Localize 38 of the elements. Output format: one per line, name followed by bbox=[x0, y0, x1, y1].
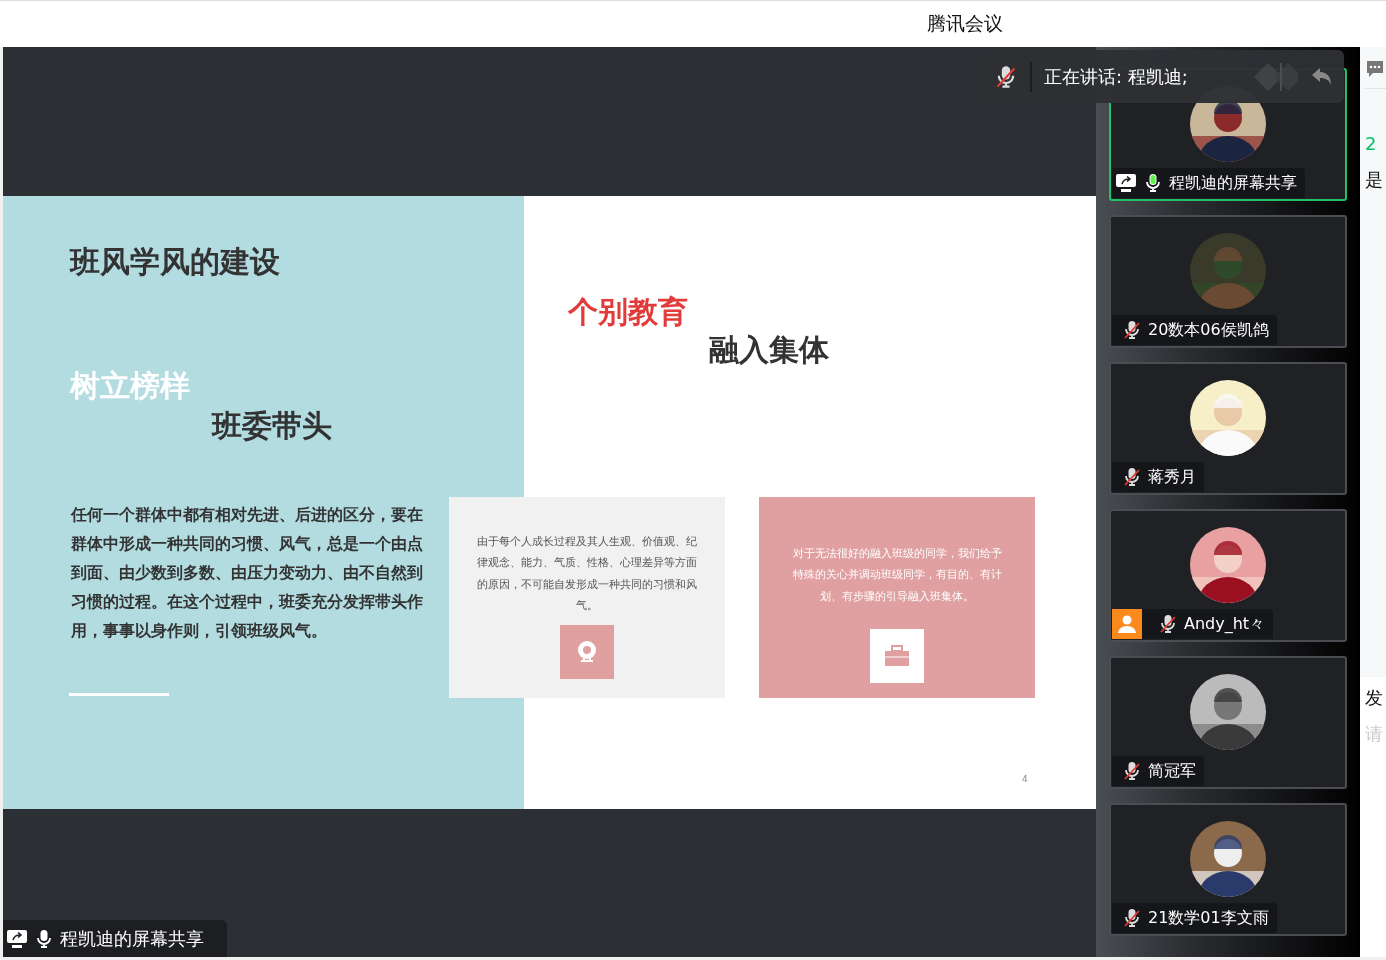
muted-mic-icon bbox=[1122, 467, 1142, 487]
presenter-name: 程凯迪的屏幕共享 bbox=[60, 926, 204, 951]
panel-text: 发 bbox=[1365, 687, 1384, 709]
muted-mic-icon bbox=[1158, 614, 1178, 634]
participant-name: 20数本06侯凯鸽 bbox=[1148, 319, 1269, 341]
participant-name: Andy_ht々 bbox=[1184, 613, 1266, 635]
muted-mic-icon bbox=[1122, 908, 1142, 928]
screen-share-icon bbox=[1115, 173, 1137, 193]
webcam-icon bbox=[575, 638, 599, 665]
briefcase-icon bbox=[884, 645, 910, 667]
panel-text: 是 bbox=[1365, 169, 1384, 191]
window-title: 腾讯会议 bbox=[927, 11, 1003, 36]
participant-name: 程凯迪的屏幕共享 bbox=[1169, 172, 1297, 194]
participant-tile[interactable]: 简冠军 bbox=[1109, 656, 1347, 789]
participant-tile[interactable]: 20数本06侯凯鸽 bbox=[1109, 215, 1347, 348]
slide-title: 班风学风的建设 bbox=[70, 242, 280, 281]
chat-icon[interactable] bbox=[1365, 58, 1385, 79]
card-text: 由于每个人成长过程及其人生观、价值观、纪律观念、能力、气质、性格、心理差异等方面的原因，不可能自发形成一种共同的习惯和风气。 bbox=[476, 532, 698, 614]
participant-tile[interactable]: 21数学01李文雨 bbox=[1109, 803, 1347, 936]
participant-name: 21数学01李文雨 bbox=[1148, 907, 1269, 929]
participant-tile[interactable]: 蒋秀月 bbox=[1109, 362, 1347, 495]
screen-share-icon bbox=[6, 928, 28, 949]
slide-heading: 班委带头 bbox=[212, 406, 332, 445]
participant-tile[interactable]: Andy_ht々 bbox=[1109, 509, 1347, 642]
participant-name: 蒋秀月 bbox=[1148, 466, 1196, 488]
page-number: 4 bbox=[1022, 773, 1028, 784]
panel-text: 2 bbox=[1365, 133, 1378, 155]
slide-heading: 融入集体 bbox=[709, 330, 829, 369]
slide-heading: 个别教育 bbox=[568, 292, 688, 331]
slide-paragraph: 任何一个群体中都有相对先进、后进的区分，要在群体中形成一种共同的习惯、风气，总是一个由点到面、由少数到多数、由压力变动力、由不自然到习惯的过程。在这个过程中，班委充分发挥带头作用，事事以身作则，引领班级风气。 bbox=[71, 503, 424, 642]
mic-icon bbox=[34, 928, 54, 949]
mic-icon bbox=[1143, 173, 1163, 193]
slide-heading: 树立榜样 bbox=[70, 366, 190, 405]
muted-mic-icon bbox=[994, 64, 1018, 89]
participant-name: 简冠军 bbox=[1148, 760, 1196, 782]
muted-mic-icon bbox=[1122, 761, 1142, 781]
card-text: 对于无法很好的融入班级的同学，我们给予特殊的关心并调动班级同学，有目的、有计划、有步骤的引导融入班集体。 bbox=[791, 544, 1003, 605]
muted-mic-icon bbox=[1122, 320, 1142, 340]
